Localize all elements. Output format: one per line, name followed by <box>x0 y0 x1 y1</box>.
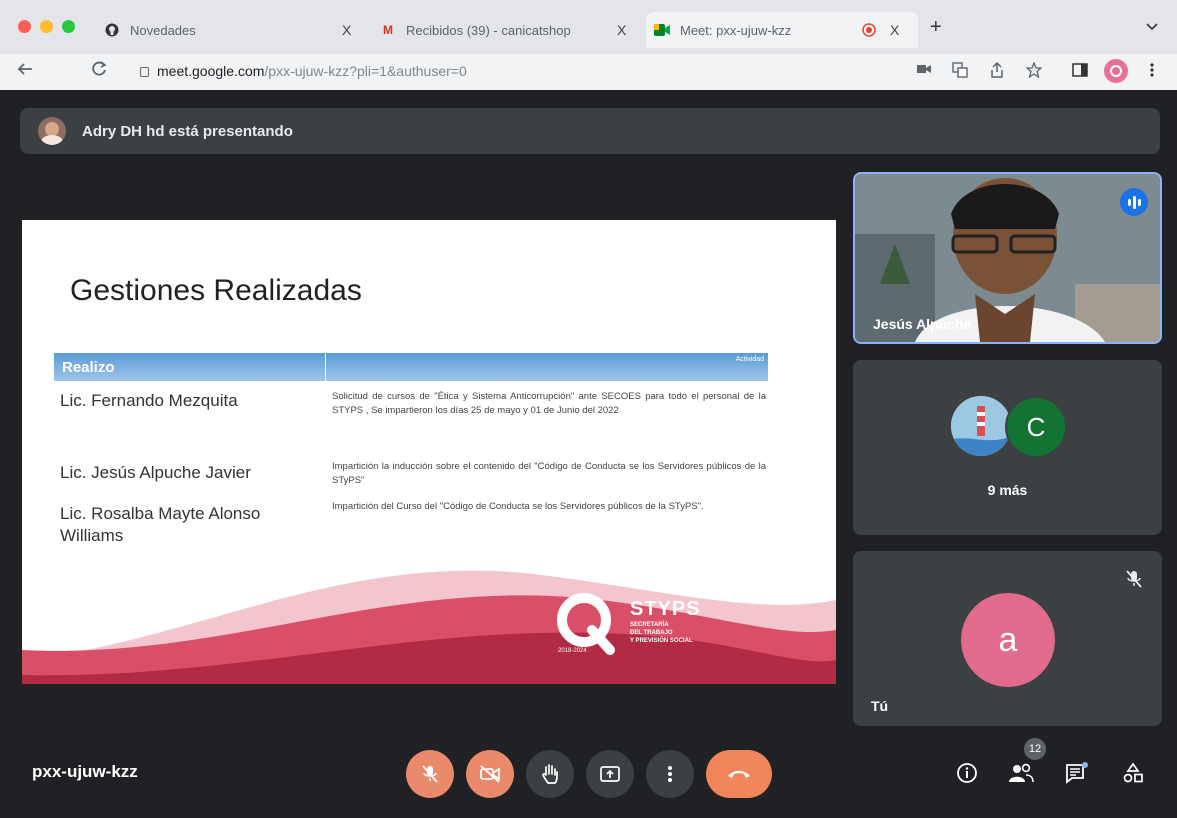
brand-sub: DEL TRABAJO <box>630 630 673 636</box>
row-activity: Impartición del Curso del "Código de Con… <box>332 501 704 512</box>
reload-icon[interactable] <box>90 60 108 83</box>
header-actividad: Actividad <box>326 353 768 381</box>
new-tab-button[interactable]: + <box>930 16 942 39</box>
tab-meet[interactable]: Meet: pxx-ujuw-kzz X <box>646 12 918 48</box>
mic-off-icon <box>1126 570 1142 588</box>
gmail-icon: M <box>383 23 393 37</box>
camera-icon[interactable] <box>916 62 932 78</box>
row-name: Lic. Jesús Alpuche Javier <box>60 463 251 482</box>
url-host: meet.google.com <box>157 63 265 79</box>
header-realizo: Realizo <box>54 353 326 381</box>
row-name: Lic. Rosalba Mayte Alonso Williams <box>60 504 261 545</box>
presenter-avatar <box>38 117 66 145</box>
people-icon <box>1009 763 1034 783</box>
self-avatar: a <box>961 593 1055 687</box>
brand-sub: SECRETARÍA <box>630 622 669 628</box>
hand-icon <box>542 764 558 784</box>
speaking-indicator-icon <box>1120 188 1148 216</box>
self-tile[interactable]: a Tú <box>853 551 1162 726</box>
presentation-slide: Gestiones Realizadas Realizo Actividad L… <box>22 220 836 684</box>
more-options-button[interactable] <box>646 750 694 798</box>
translate-icon[interactable] <box>952 62 968 81</box>
present-screen-button[interactable] <box>586 750 634 798</box>
speaker-name: Jesús Alpuche <box>873 316 972 332</box>
row-activity: Solicitud de cursos de "Ética y Sistema … <box>332 391 766 416</box>
window-minimize-dot[interactable] <box>40 20 53 33</box>
participant-avatar: C <box>1005 396 1067 458</box>
github-icon <box>104 22 120 38</box>
mic-off-icon <box>422 765 438 783</box>
row-name: Lic. Fernando Mezquita <box>60 391 238 410</box>
hang-up-icon <box>728 770 750 778</box>
row-activity: Impartición la inducción sobre el conten… <box>332 461 766 486</box>
presenter-banner: Adry DH hd está presentando <box>20 108 1160 154</box>
styps-q-logo: 2018-2024 <box>552 590 622 660</box>
slide-title: Gestiones Realizadas <box>70 274 362 307</box>
window-maximize-dot[interactable] <box>62 20 75 33</box>
leave-call-button[interactable] <box>706 750 772 798</box>
bookmark-star-icon[interactable] <box>1025 61 1043 81</box>
chat-icon <box>1066 762 1088 784</box>
chevron-down-icon[interactable] <box>1146 18 1158 34</box>
window-close-dot[interactable] <box>18 20 31 33</box>
meet-stage: Adry DH hd está presentando Gestiones Re… <box>0 90 1177 818</box>
share-icon[interactable] <box>990 61 1004 81</box>
recording-icon <box>862 23 876 40</box>
camera-toggle-button[interactable] <box>466 750 514 798</box>
mic-toggle-button[interactable] <box>406 750 454 798</box>
participants-count-badge: 12 <box>1024 738 1046 760</box>
more-participants-label: 9 más <box>987 482 1028 498</box>
tab-title: Meet: pxx-ujuw-kzz <box>680 22 792 38</box>
tab-title: Novedades <box>130 22 196 38</box>
profile-avatar[interactable] <box>1104 59 1128 86</box>
more-vert-icon[interactable] <box>1150 62 1154 81</box>
present-icon <box>600 766 620 782</box>
more-participants-tile[interactable]: C 9 más <box>853 360 1162 535</box>
tab-close-icon[interactable]: X <box>342 22 351 38</box>
tab-close-icon[interactable]: X <box>617 22 626 38</box>
brand-name: STYPS <box>630 598 701 620</box>
self-label: Tú <box>871 698 889 714</box>
meet-icon <box>654 22 670 38</box>
video-off-icon <box>480 765 500 783</box>
shapes-icon <box>1123 762 1143 783</box>
side-panel-icon[interactable] <box>1072 62 1088 81</box>
meeting-details-button[interactable] <box>952 758 982 788</box>
url-path: /pxx-ujuw-kzz?pli=1&authuser=0 <box>264 63 467 79</box>
participant-avatar <box>951 396 1011 456</box>
url-field[interactable]: meet.google.com/pxx-ujuw-kzz?pli=1&authu… <box>140 63 467 79</box>
tab-novedades[interactable]: Novedades X <box>104 12 364 48</box>
back-arrow-icon[interactable] <box>16 60 34 83</box>
address-bar: meet.google.com/pxx-ujuw-kzz?pli=1&authu… <box>0 54 1177 90</box>
speaker-video-tile[interactable]: Jesús Alpuche <box>853 172 1162 344</box>
brand-years: 2018-2024 <box>558 648 587 654</box>
info-icon <box>957 763 977 783</box>
tab-title: Recibidos (39) - canicatshop <box>406 22 571 38</box>
lock-icon <box>140 67 149 77</box>
raise-hand-button[interactable] <box>526 750 574 798</box>
tab-close-icon[interactable]: X <box>890 22 899 38</box>
brand-sub: Y PREVISIÓN SOCIAL <box>630 638 693 644</box>
styps-brand: STYPS SECRETARÍA DEL TRABAJO Y PREVISIÓN… <box>630 598 701 645</box>
more-vert-icon <box>668 766 672 782</box>
tab-gmail[interactable]: M Recibidos (39) - canicatshop X <box>380 12 640 48</box>
browser-tab-bar: Novedades X M Recibidos (39) - canicatsh… <box>0 0 1177 54</box>
presenter-banner-text: Adry DH hd está presentando <box>82 122 293 140</box>
meeting-code: pxx-ujuw-kzz <box>32 762 138 781</box>
slide-table-header: Realizo Actividad <box>54 353 768 381</box>
activities-button[interactable] <box>1118 758 1148 788</box>
participants-button[interactable] <box>1006 758 1036 788</box>
chat-button[interactable] <box>1062 758 1092 788</box>
